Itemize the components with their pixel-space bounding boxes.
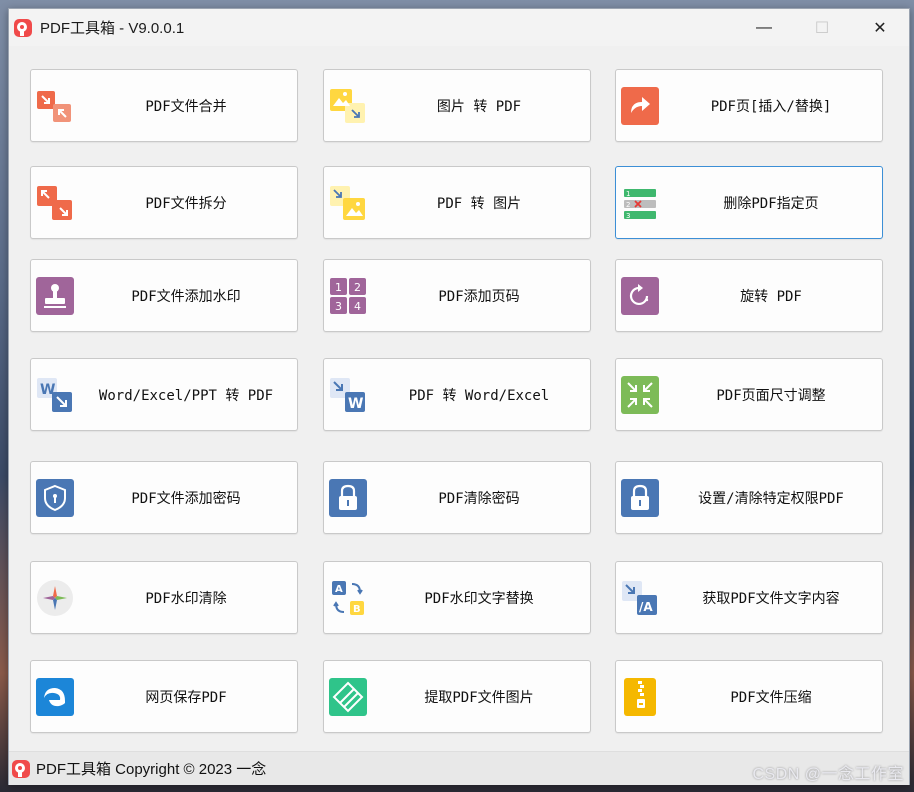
resize-icon xyxy=(621,375,659,414)
minimize-button[interactable]: — xyxy=(735,9,793,46)
tool-label: 图片 转 PDF xyxy=(436,98,522,115)
svg-text:3: 3 xyxy=(626,212,630,220)
zip-icon xyxy=(624,677,656,716)
close-button[interactable]: ✕ xyxy=(851,9,909,46)
svg-text:3: 3 xyxy=(335,300,342,313)
svg-text:2: 2 xyxy=(354,281,361,294)
tool-label: PDF 转 Word/Excel xyxy=(408,387,550,404)
tool-label: PDF水印文字替换 xyxy=(424,590,534,607)
tool-card-resize[interactable]: PDF页面尺寸调整 xyxy=(615,358,883,431)
svg-text:B: B xyxy=(353,604,361,615)
shield-icon xyxy=(36,478,74,517)
tool-card-save-webpage[interactable]: 网页保存PDF xyxy=(30,660,298,733)
app-window: PDF工具箱 - V9.0.0.1 — ☐ ✕ PDF文件合并 图片 转 PDF… xyxy=(8,8,910,785)
svg-text:1: 1 xyxy=(335,281,342,294)
svg-text:2: 2 xyxy=(626,201,630,209)
tool-card-insert-replace[interactable]: PDF页[插入/替换] xyxy=(615,69,883,142)
image-to-pdf-icon xyxy=(330,88,365,123)
tool-label: PDF文件添加密码 xyxy=(131,490,241,507)
tool-label: 获取PDF文件文字内容 xyxy=(702,590,840,607)
tool-card-watermark[interactable]: PDF文件添加水印 xyxy=(30,259,298,332)
app-logo-icon xyxy=(14,18,32,37)
extract-images-icon xyxy=(329,677,367,716)
tool-label: Word/Excel/PPT 转 PDF xyxy=(98,387,274,404)
svg-text:/A: /A xyxy=(639,600,653,614)
tool-label: PDF文件拆分 xyxy=(145,195,227,212)
tool-grid: PDF文件合并 图片 转 PDF PDF页[插入/替换] PDF文件拆分 PDF… xyxy=(9,46,909,751)
tool-card-page-numbers[interactable]: 1 2 3 4 PDF添加页码 xyxy=(323,259,591,332)
tool-card-add-password[interactable]: PDF文件添加密码 xyxy=(30,461,298,534)
tool-card-remove-password[interactable]: PDF清除密码 xyxy=(323,461,591,534)
unlock-icon xyxy=(329,478,367,517)
tool-label: 网页保存PDF xyxy=(145,689,227,706)
tool-card-remove-watermark[interactable]: PDF水印清除 xyxy=(30,561,298,634)
tool-label: PDF水印清除 xyxy=(145,590,227,607)
tool-label: PDF添加页码 xyxy=(438,288,520,305)
extract-text-icon: /A xyxy=(622,580,657,615)
tool-card-image-to-pdf[interactable]: 图片 转 PDF xyxy=(323,69,591,142)
tool-label: PDF文件合并 xyxy=(145,98,227,115)
tool-label: PDF清除密码 xyxy=(438,490,520,507)
tool-card-permissions[interactable]: 设置/清除特定权限PDF xyxy=(615,461,883,534)
tool-card-replace-watermark-text[interactable]: A B PDF水印文字替换 xyxy=(323,561,591,634)
window-title: PDF工具箱 - V9.0.0.1 xyxy=(40,20,185,37)
tool-card-extract-images[interactable]: 提取PDF文件图片 xyxy=(323,660,591,733)
text-replace-icon: A B xyxy=(332,580,364,615)
watermark-remove-icon xyxy=(37,579,73,616)
tool-card-split[interactable]: PDF文件拆分 xyxy=(30,166,298,239)
tool-label: 提取PDF文件图片 xyxy=(424,689,534,706)
tool-card-word-to-pdf[interactable]: W Word/Excel/PPT 转 PDF xyxy=(30,358,298,431)
stamp-icon xyxy=(36,276,74,315)
tool-label: 旋转 PDF xyxy=(740,288,802,305)
tool-label: PDF文件压缩 xyxy=(730,689,812,706)
tool-label: PDF文件添加水印 xyxy=(131,288,241,305)
tool-label: 删除PDF指定页 xyxy=(723,195,819,212)
tool-card-delete-pages[interactable]: 1 2 3 删除PDF指定页 xyxy=(615,166,883,239)
svg-text:W: W xyxy=(348,396,363,412)
tool-label: PDF页面尺寸调整 xyxy=(716,387,826,404)
tool-card-extract-text[interactable]: /A 获取PDF文件文字内容 xyxy=(615,561,883,634)
tool-card-pdf-to-image[interactable]: PDF 转 图片 xyxy=(323,166,591,239)
insert-replace-icon xyxy=(621,86,659,125)
rotate-icon xyxy=(621,276,659,315)
delete-pages-icon: 1 2 3 xyxy=(624,188,656,220)
svg-text:4: 4 xyxy=(354,300,361,313)
tool-card-merge[interactable]: PDF文件合并 xyxy=(30,69,298,142)
title-bar[interactable]: PDF工具箱 - V9.0.0.1 — ☐ ✕ xyxy=(9,9,909,46)
lock-icon xyxy=(621,478,659,517)
maximize-button[interactable]: ☐ xyxy=(793,9,851,46)
pdf-to-image-icon xyxy=(330,185,365,220)
csdn-watermark: CSDN @一念工作室 xyxy=(752,766,904,783)
app-logo-icon xyxy=(12,759,30,778)
tool-label: PDF 转 图片 xyxy=(436,195,522,212)
word-to-pdf-icon: W xyxy=(37,377,72,412)
split-icon xyxy=(37,185,72,220)
tool-card-compress[interactable]: PDF文件压缩 xyxy=(615,660,883,733)
tool-card-pdf-to-word[interactable]: W PDF 转 Word/Excel xyxy=(323,358,591,431)
tool-label: PDF页[插入/替换] xyxy=(710,98,832,115)
merge-icon xyxy=(37,90,71,122)
svg-text:1: 1 xyxy=(626,190,630,198)
tool-label: 设置/清除特定权限PDF xyxy=(698,490,844,507)
copyright-text: PDF工具箱 Copyright © 2023 一念 xyxy=(36,761,267,778)
svg-text:W: W xyxy=(40,382,55,398)
edge-browser-icon xyxy=(36,677,74,716)
tool-card-rotate[interactable]: 旋转 PDF xyxy=(615,259,883,332)
svg-text:A: A xyxy=(335,584,343,595)
pdf-to-word-icon: W xyxy=(330,377,365,412)
page-numbers-icon: 1 2 3 4 xyxy=(330,277,366,314)
